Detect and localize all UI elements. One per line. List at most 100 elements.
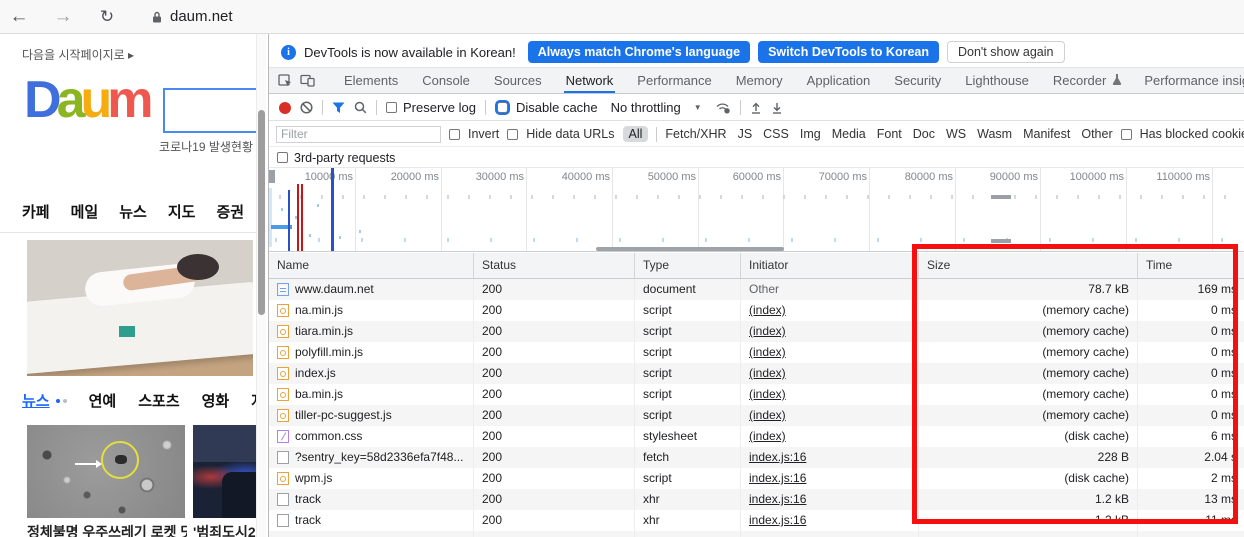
- has-blocked-cookies-checkbox[interactable]: [1121, 129, 1132, 140]
- table-row[interactable]: polyfill.min.js 200 script (index) (memo…: [269, 342, 1244, 363]
- initiator-link[interactable]: (index): [749, 324, 786, 338]
- filter-type-all[interactable]: All: [623, 126, 649, 142]
- throttling-select[interactable]: No throttling: [611, 100, 681, 115]
- clear-icon[interactable]: [300, 101, 313, 114]
- news-tab-sports[interactable]: 스포츠: [138, 390, 179, 411]
- news-caption-1[interactable]: 정체불명 우주쓰레기 로켓 닷: [27, 522, 187, 537]
- news-tab-news[interactable]: 뉴스: [22, 390, 50, 411]
- tab-network[interactable]: Network: [564, 68, 616, 94]
- nav-item-stock[interactable]: 증권: [216, 201, 244, 222]
- tab-recorder[interactable]: Recorder: [1051, 68, 1108, 94]
- network-overview-timeline[interactable]: 10000 ms 20000 ms 30000 ms 40000 ms 5000…: [269, 168, 1244, 252]
- column-name[interactable]: Name: [269, 253, 474, 278]
- filter-type-other[interactable]: Other: [1081, 127, 1112, 141]
- table-row[interactable]: track 200 xhr index.js:16 1.2 kB 13 ms: [269, 489, 1244, 510]
- news-caption-2[interactable]: '범죄도시2': [193, 522, 256, 537]
- search-icon[interactable]: [354, 101, 367, 114]
- record-button[interactable]: [279, 102, 291, 114]
- tab-performance-insights[interactable]: Performance insights: [1142, 68, 1244, 94]
- third-party-checkbox[interactable]: [277, 152, 288, 163]
- filter-type-font[interactable]: Font: [877, 127, 902, 141]
- table-row[interactable]: tiara.min.js 200 script (index) (memory …: [269, 321, 1244, 342]
- initiator-link[interactable]: index.js:16: [749, 513, 806, 527]
- filter-type-js[interactable]: JS: [738, 127, 753, 141]
- tab-performance[interactable]: Performance: [635, 68, 713, 94]
- tab-lighthouse[interactable]: Lighthouse: [963, 68, 1031, 94]
- initiator-link[interactable]: index.js:16: [749, 450, 806, 464]
- news-thumbnail-moon[interactable]: [27, 425, 185, 518]
- column-time[interactable]: Time: [1138, 253, 1244, 278]
- column-status[interactable]: Status: [474, 253, 635, 278]
- table-row[interactable]: common.css 200 stylesheet (index) (disk …: [269, 426, 1244, 447]
- filter-type-manifest[interactable]: Manifest: [1023, 127, 1070, 141]
- invert-checkbox[interactable]: [449, 129, 460, 140]
- table-row[interactable]: tiller-pc-suggest.js 200 script (index) …: [269, 405, 1244, 426]
- column-type[interactable]: Type: [635, 253, 741, 278]
- export-har-icon[interactable]: [771, 102, 783, 114]
- dont-show-again-button[interactable]: Don't show again: [947, 41, 1065, 63]
- network-conditions-icon[interactable]: [715, 101, 731, 114]
- initiator-link[interactable]: (index): [749, 408, 786, 422]
- column-size[interactable]: Size: [919, 253, 1138, 278]
- initiator-link[interactable]: (index): [749, 366, 786, 380]
- filter-type-media[interactable]: Media: [832, 127, 866, 141]
- lock-icon: [152, 11, 162, 23]
- table-row[interactable]: www.daum.net 200 document Other 78.7 kB …: [269, 279, 1244, 300]
- preserve-log-checkbox[interactable]: [386, 102, 397, 113]
- inspect-element-icon[interactable]: [278, 72, 293, 90]
- address-bar[interactable]: daum.net: [152, 8, 233, 25]
- tab-sources[interactable]: Sources: [492, 68, 544, 94]
- initiator-link[interactable]: (index): [749, 345, 786, 359]
- nav-item-map[interactable]: 지도: [168, 201, 196, 222]
- search-input[interactable]: [163, 88, 256, 133]
- table-row[interactable]: wpm.js 200 script index.js:16 (disk cach…: [269, 468, 1244, 489]
- table-row[interactable]: index.js 200 script (index) (memory cach…: [269, 363, 1244, 384]
- tab-elements[interactable]: Elements: [342, 68, 400, 94]
- initiator-link[interactable]: (index): [749, 303, 786, 317]
- ad-image[interactable]: [27, 240, 253, 376]
- device-toolbar-icon[interactable]: [300, 72, 315, 90]
- disable-cache-checkbox[interactable]: [497, 102, 508, 113]
- tab-memory[interactable]: Memory: [734, 68, 785, 94]
- reload-icon[interactable]: ↻: [96, 7, 118, 27]
- set-homepage-link[interactable]: 다음을 시작페이지로 ▸: [22, 46, 134, 63]
- news-tab-movie[interactable]: 영화: [202, 390, 230, 411]
- table-row[interactable]: ba.min.js 200 script (index) (memory cac…: [269, 384, 1244, 405]
- filter-type-ws[interactable]: WS: [946, 127, 966, 141]
- filter-type-img[interactable]: Img: [800, 127, 821, 141]
- filter-icon[interactable]: [332, 102, 345, 114]
- initiator-link[interactable]: (index): [749, 429, 786, 443]
- filter-type-wasm[interactable]: Wasm: [977, 127, 1012, 141]
- timeline-scrollbar-thumb[interactable]: [596, 247, 784, 251]
- tab-security[interactable]: Security: [892, 68, 943, 94]
- filter-type-doc[interactable]: Doc: [913, 127, 935, 141]
- filter-type-css[interactable]: CSS: [763, 127, 789, 141]
- forward-icon[interactable]: →: [52, 6, 74, 28]
- filter-type-fetch-xhr[interactable]: Fetch/XHR: [665, 127, 726, 141]
- table-row[interactable]: track 200 xhr index.js:16 1.2 kB 11 ms: [269, 510, 1244, 531]
- nav-item-mail[interactable]: 메일: [71, 201, 99, 222]
- initiator-link[interactable]: index.js:16: [749, 471, 806, 485]
- news-thumbnail-movie[interactable]: [193, 425, 256, 518]
- back-icon[interactable]: ←: [8, 6, 30, 28]
- match-language-button[interactable]: Always match Chrome's language: [528, 41, 750, 63]
- import-har-icon[interactable]: [750, 102, 762, 114]
- filter-input[interactable]: [276, 126, 441, 143]
- chevron-down-icon[interactable]: ▼: [694, 103, 702, 112]
- initiator-link[interactable]: index.js:16: [749, 492, 806, 506]
- initiator-link[interactable]: (index): [749, 387, 786, 401]
- corona-status-link[interactable]: 코로나19 발생현황: [120, 138, 253, 155]
- news-tab-entertainment[interactable]: 연예: [89, 390, 117, 411]
- hide-data-urls-checkbox[interactable]: [507, 129, 518, 140]
- tab-application[interactable]: Application: [805, 68, 873, 94]
- table-row[interactable]: ?sentry_key=58d2336efa7f48... 200 fetch …: [269, 447, 1244, 468]
- page-scrollbar[interactable]: [256, 34, 266, 537]
- column-initiator[interactable]: Initiator: [741, 253, 919, 278]
- nav-item-news[interactable]: 뉴스: [119, 201, 147, 222]
- daum-logo[interactable]: Daum: [24, 74, 149, 126]
- nav-item-cafe[interactable]: 카페: [22, 201, 50, 222]
- scrollbar-thumb[interactable]: [258, 110, 265, 315]
- table-row[interactable]: na.min.js 200 script (index) (memory cac…: [269, 300, 1244, 321]
- tab-console[interactable]: Console: [420, 68, 472, 94]
- switch-korean-button[interactable]: Switch DevTools to Korean: [758, 41, 939, 63]
